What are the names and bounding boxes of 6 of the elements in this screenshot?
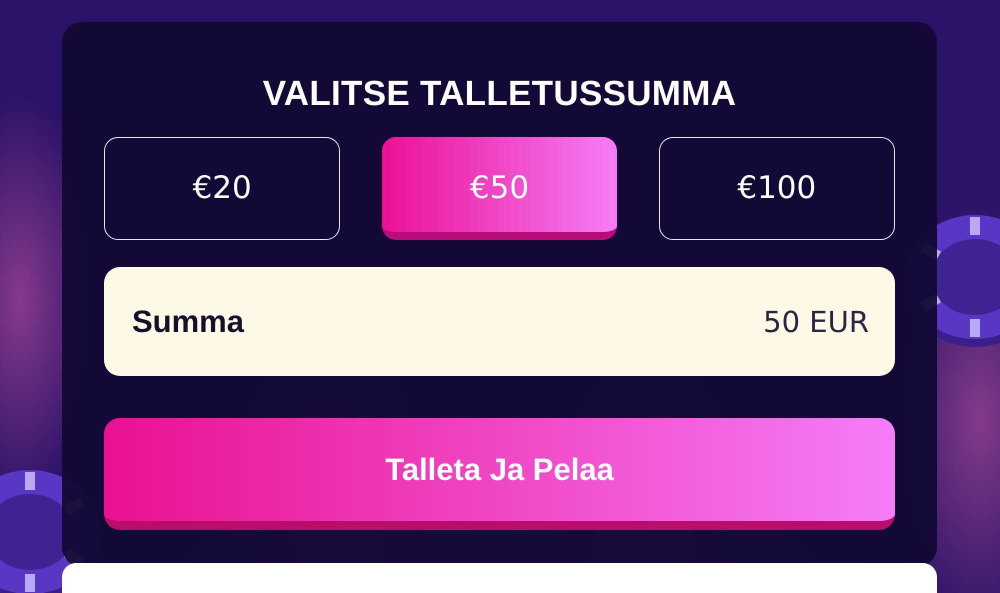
- amount-field[interactable]: Summa 50 EUR: [104, 267, 895, 376]
- amount-value: 50 EUR: [763, 304, 869, 338]
- deposit-title: VALITSE TALLETUSSUMMA: [262, 74, 738, 114]
- amount-option-button[interactable]: €100: [658, 137, 895, 240]
- amount-option-button[interactable]: €20: [104, 137, 340, 240]
- amount-label: Summa: [132, 304, 244, 340]
